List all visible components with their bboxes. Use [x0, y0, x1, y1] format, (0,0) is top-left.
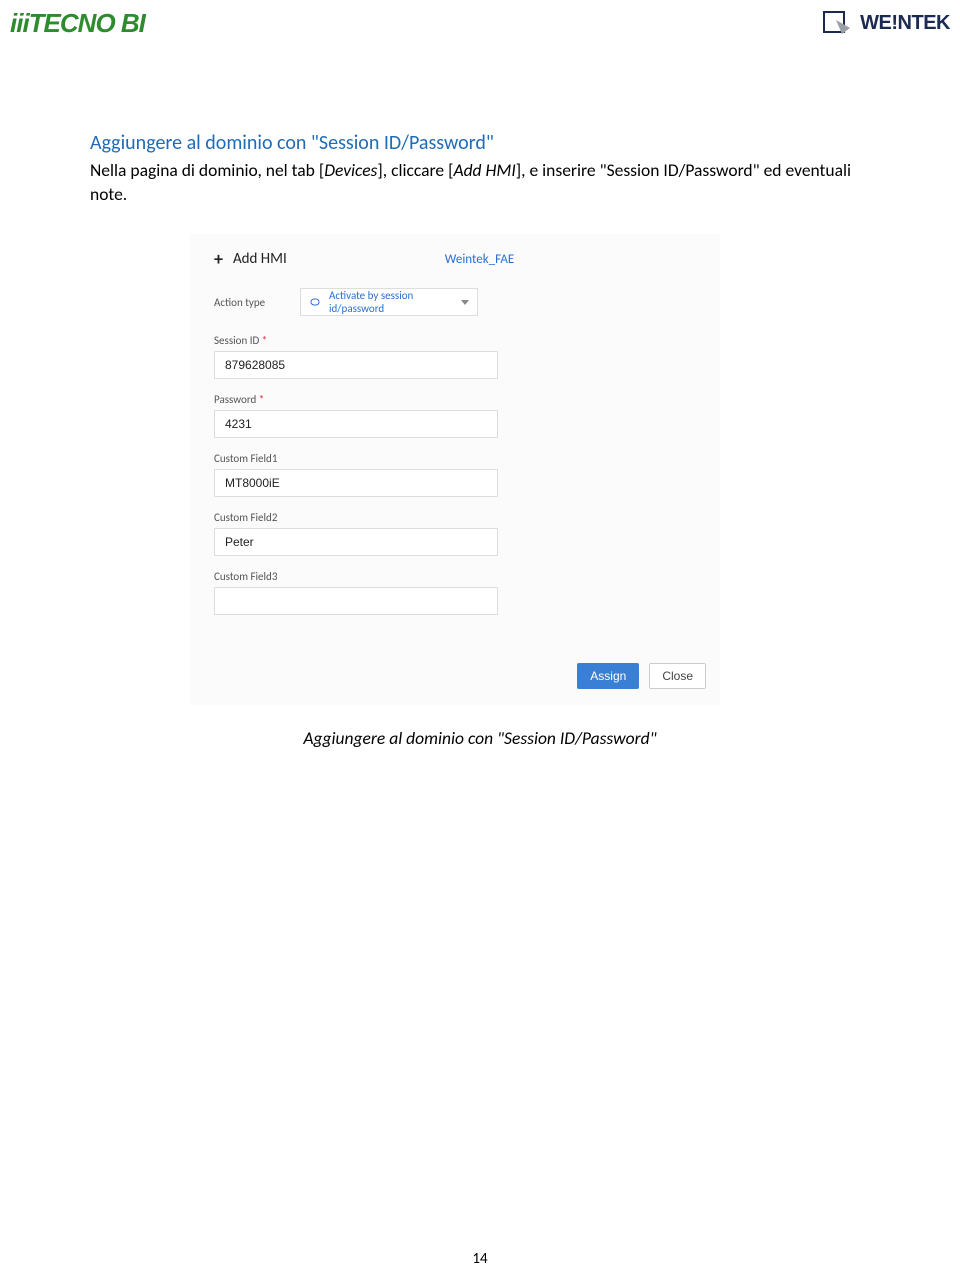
- body-text-1: Nella pagina di dominio, nel tab [: [90, 159, 324, 181]
- session-id-input[interactable]: [214, 351, 498, 379]
- custom3-input[interactable]: [214, 587, 498, 615]
- body-ital-2: Add HMI: [453, 159, 515, 181]
- logo-tecnobi: iiiTECNO BI: [10, 8, 145, 39]
- body-ital-1: Devices: [324, 159, 377, 181]
- dialog-header: + Add HMI Weintek_FAE: [190, 234, 720, 280]
- section-heading: Aggiungere al dominio con "Session ID/Pa…: [90, 131, 870, 155]
- figure-caption: Aggiungere al dominio con "Session ID/Pa…: [90, 727, 870, 749]
- password-input[interactable]: [214, 410, 498, 438]
- session-id-label: Session ID *: [214, 334, 696, 347]
- password-label-text: Password: [214, 393, 256, 406]
- link-icon: [309, 297, 323, 307]
- session-id-group: Session ID *: [214, 334, 696, 379]
- custom3-group: Custom Field3: [214, 570, 696, 615]
- password-group: Password *: [214, 393, 696, 438]
- dialog-footer: Assign Close: [190, 629, 720, 693]
- session-id-label-text: Session ID: [214, 334, 259, 347]
- action-type-label: Action type: [214, 296, 300, 309]
- plus-icon: +: [214, 248, 223, 270]
- custom2-input[interactable]: [214, 528, 498, 556]
- custom3-label: Custom Field3: [214, 570, 696, 583]
- logo-weintek-text: WE!NTEK: [860, 12, 950, 35]
- page-number: 14: [0, 1250, 960, 1268]
- chevron-down-icon: [461, 300, 469, 305]
- close-button[interactable]: Close: [649, 663, 706, 689]
- action-type-value: Activate by session id/password: [329, 289, 469, 315]
- custom1-group: Custom Field1: [214, 452, 696, 497]
- dialog-title: Add HMI: [233, 250, 287, 268]
- content-area: Aggiungere al dominio con "Session ID/Pa…: [0, 39, 960, 749]
- assign-button[interactable]: Assign: [577, 663, 639, 689]
- custom1-input[interactable]: [214, 469, 498, 497]
- section-body: Nella pagina di dominio, nel tab [Device…: [90, 159, 870, 206]
- domain-name: Weintek_FAE: [445, 252, 514, 267]
- required-mark: *: [259, 393, 264, 406]
- add-hmi-dialog: + Add HMI Weintek_FAE Action type Activa…: [190, 234, 720, 705]
- logo-weintek: WE!NTEK: [822, 10, 950, 38]
- weintek-icon: [822, 10, 854, 38]
- custom2-group: Custom Field2: [214, 511, 696, 556]
- required-mark: *: [262, 334, 267, 347]
- page-header: iiiTECNO BI WE!NTEK: [0, 0, 960, 39]
- action-type-select[interactable]: Activate by session id/password: [300, 288, 478, 316]
- password-label: Password *: [214, 393, 696, 406]
- dialog-form: Action type Activate by session id/passw…: [190, 280, 720, 615]
- custom2-label: Custom Field2: [214, 511, 696, 524]
- action-type-row: Action type Activate by session id/passw…: [214, 288, 696, 316]
- body-text-2: ], cliccare [: [377, 159, 453, 181]
- custom1-label: Custom Field1: [214, 452, 696, 465]
